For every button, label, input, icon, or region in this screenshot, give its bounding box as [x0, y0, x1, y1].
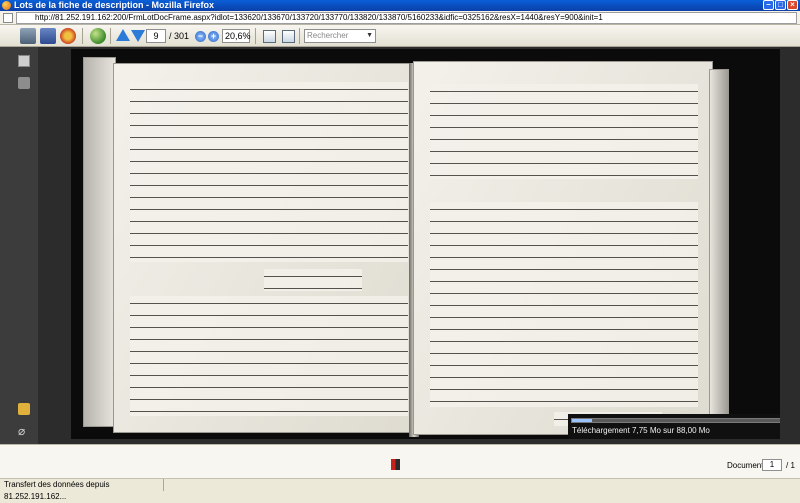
full-screen-icon[interactable]	[282, 30, 295, 43]
zoom-in-button[interactable]: +	[208, 31, 219, 42]
page-number-input[interactable]: 9	[146, 29, 166, 43]
search-dropdown-icon[interactable]: ▼	[366, 30, 373, 42]
previous-page-icon[interactable]	[116, 29, 130, 41]
document-total: / 1	[786, 461, 795, 470]
next-page-icon[interactable]	[131, 30, 145, 42]
handwritten-text-block	[130, 82, 408, 262]
toolbar-separator	[299, 28, 300, 44]
register-left-page	[113, 63, 423, 433]
handwritten-text-block	[430, 84, 698, 179]
scanned-register-image: Téléchargement 7,75 Mo sur 88,00 Mo	[71, 49, 780, 439]
url-field[interactable]: http://81.252.191.162:200/FrmLotDocFrame…	[16, 12, 797, 24]
flag-icon[interactable]	[391, 459, 400, 470]
pages-panel-icon[interactable]	[18, 55, 30, 67]
download-progress-text: Téléchargement 7,75 Mo sur 88,00 Mo	[572, 426, 710, 435]
search-placeholder: Rechercher	[307, 31, 349, 40]
download-progress-bar	[571, 418, 780, 423]
register-pages	[83, 55, 751, 438]
comments-panel-icon[interactable]	[18, 403, 30, 415]
minimize-button[interactable]: –	[763, 0, 774, 10]
page-icon	[3, 13, 13, 23]
zoom-out-button[interactable]: −	[195, 31, 206, 42]
document-viewer[interactable]: Téléchargement 7,75 Mo sur 88,00 Mo	[38, 47, 800, 444]
signature-mark	[264, 269, 362, 291]
window-controls: – □ ×	[763, 0, 798, 10]
maximize-button[interactable]: □	[775, 0, 786, 10]
firefox-icon	[2, 1, 11, 10]
window-title: Lots de la fiche de description - Mozill…	[14, 0, 215, 10]
download-progress-fill	[572, 419, 593, 422]
browser-status-bar: Transfert des données depuis 81.252.191.…	[0, 478, 800, 501]
status-text: Transfert des données depuis 81.252.191.…	[0, 479, 164, 501]
window-titlebar: Lots de la fiche de description - Mozill…	[0, 0, 800, 11]
toolbar-separator	[110, 28, 111, 44]
plugin-footer: Document 1 / 1	[0, 444, 800, 478]
acrobat-menu-icon[interactable]	[60, 28, 76, 44]
close-window-button[interactable]: ×	[787, 0, 798, 10]
zoom-select[interactable]: 20,6%	[222, 29, 251, 43]
attachments-panel-icon[interactable]: ⌀	[18, 425, 30, 437]
toolbar-separator	[255, 28, 256, 44]
viewer-sidebar: ⌀	[0, 47, 38, 444]
save-icon[interactable]	[40, 28, 56, 44]
handwritten-text-block	[130, 296, 408, 416]
web-icon[interactable]	[90, 28, 106, 44]
handwritten-text-block	[430, 202, 698, 407]
page-total: / 301	[169, 31, 190, 41]
register-back-pages-left	[83, 57, 116, 427]
search-input[interactable]: Rechercher ▼	[304, 29, 376, 43]
register-right-page	[413, 61, 713, 435]
print-icon[interactable]	[20, 28, 36, 44]
document-label: Document	[727, 461, 764, 470]
document-number-input[interactable]: 1	[762, 459, 782, 471]
viewer-toolbar: 9 / 301 − + 20,6% Rechercher ▼	[0, 25, 800, 47]
toolbar-separator	[82, 28, 83, 44]
bookmarks-panel-icon[interactable]	[18, 77, 30, 89]
register-back-pages-right	[709, 69, 729, 429]
address-bar: http://81.252.191.162:200/FrmLotDocFrame…	[0, 11, 800, 25]
download-progress-panel: Téléchargement 7,75 Mo sur 88,00 Mo	[568, 414, 780, 439]
fit-page-icon[interactable]	[263, 30, 276, 43]
